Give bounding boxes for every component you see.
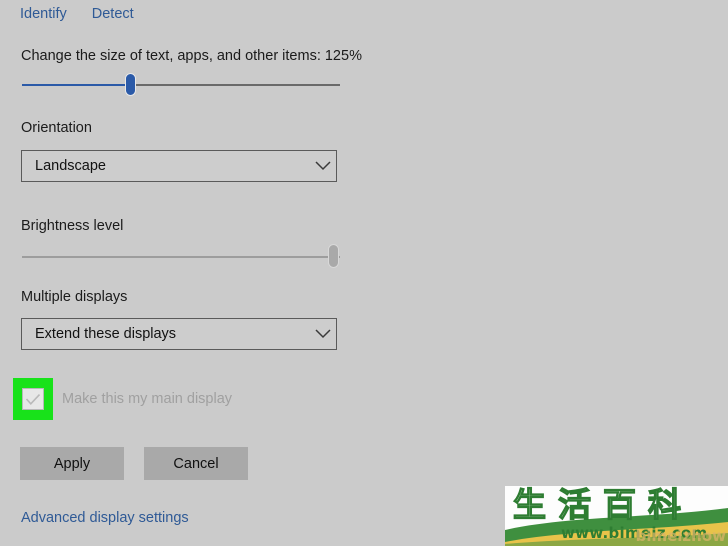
cancel-button[interactable]: Cancel	[144, 447, 248, 480]
scale-slider-track-remaining	[130, 84, 340, 86]
make-main-display-label: Make this my main display	[62, 391, 233, 407]
scale-slider-track-filled	[22, 84, 130, 86]
checkmark-icon	[25, 393, 41, 406]
chevron-down-icon	[310, 151, 336, 181]
watermark-char-2: 活	[557, 486, 591, 524]
identify-link[interactable]: Identify	[20, 4, 67, 24]
brightness-slider-track	[22, 256, 340, 258]
top-links-row: Identify Detect	[20, 4, 134, 24]
watermark-char-1: 生	[512, 486, 546, 524]
scale-size-label: Change the size of text, apps, and other…	[21, 48, 362, 64]
checkbox-highlight-box	[13, 378, 53, 420]
main-display-checkbox-row[interactable]: Make this my main display	[13, 378, 232, 420]
multiple-displays-selected-value: Extend these displays	[35, 326, 177, 342]
advanced-display-settings-link[interactable]: Advanced display settings	[21, 510, 189, 526]
scale-slider-thumb[interactable]	[125, 73, 136, 96]
brightness-label: Brightness level	[21, 218, 124, 234]
multiple-displays-label: Multiple displays	[21, 289, 128, 305]
watermark-char-4: 科	[647, 486, 681, 524]
brightness-slider-thumb	[328, 244, 339, 268]
watermark-characters: 生 活 百 科	[512, 486, 728, 524]
orientation-dropdown[interactable]: Landscape	[21, 150, 337, 182]
watermark-char-3: 百	[602, 486, 636, 524]
brightness-slider	[22, 244, 340, 268]
display-settings-panel: Identify Detect Change the size of text,…	[0, 0, 728, 546]
watermark-ghost-text: bimeizhow	[635, 527, 726, 545]
watermark: 生 活 百 科 www.bimeiz.com bimeizhow	[505, 486, 728, 546]
scale-size-slider[interactable]	[22, 73, 340, 96]
apply-button[interactable]: Apply	[20, 447, 124, 480]
orientation-label: Orientation	[21, 120, 92, 136]
chevron-down-icon	[310, 319, 336, 349]
make-main-display-checkbox[interactable]	[22, 388, 44, 410]
orientation-selected-value: Landscape	[35, 158, 106, 174]
detect-link[interactable]: Detect	[92, 4, 134, 24]
multiple-displays-dropdown[interactable]: Extend these displays	[21, 318, 337, 350]
